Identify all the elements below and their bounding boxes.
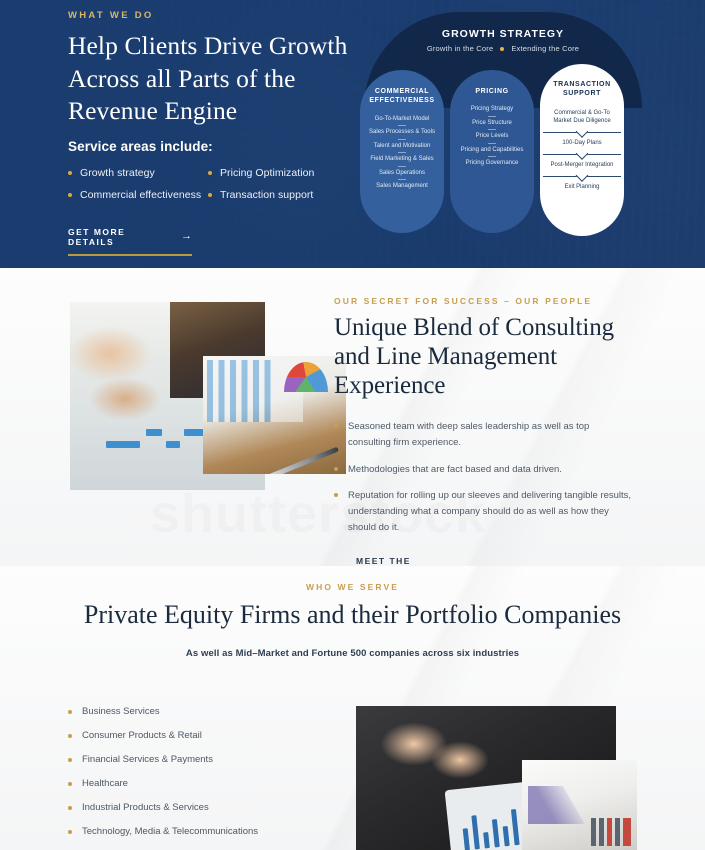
extending-core-label: Extending the Core: [511, 44, 580, 53]
column-item: Field Marketing & Sales: [365, 153, 439, 167]
who-we-serve-header: Who we serve Private Equity Firms and th…: [0, 566, 705, 659]
column-item: Go-To-Market Model: [365, 113, 439, 127]
our-people-points-list: Seasoned team with deep sales leadership…: [334, 419, 654, 535]
column-items: Commercial & Go-To Market Due Diligence …: [540, 99, 624, 198]
column-item: Sales Management: [376, 183, 428, 190]
our-people-inset-photo: [203, 356, 346, 474]
industry-item: Financial Services & Payments: [68, 754, 258, 765]
who-we-serve-note: As well as Mid–Market and Fortune 500 co…: [185, 647, 520, 659]
point-item: Methodologies that are fact based and da…: [334, 462, 632, 478]
growth-in-core-label: Growth in the Core: [426, 44, 494, 53]
column-item: Talent and Motivation: [365, 140, 439, 154]
column-item: Sales Operations: [365, 167, 439, 181]
service-area-item: Pricing Optimization: [208, 167, 348, 179]
point-item: Reputation for rolling up our sleeves an…: [334, 488, 632, 535]
diagram-column-pricing: PRICING Pricing Strategy Price Structure…: [450, 70, 534, 233]
column-item: 100-Day Plans: [543, 133, 621, 156]
our-people-section: shutterstock Our secret for success – ou…: [0, 268, 705, 566]
our-people-content: Our secret for success – our people Uniq…: [334, 296, 654, 566]
column-item: Exit Planning: [564, 184, 600, 191]
pie-chart-decoration: [284, 362, 328, 392]
our-people-eyebrow: Our secret for success – our people: [334, 296, 593, 306]
industries-list: Business Services Consumer Products & Re…: [68, 706, 258, 850]
industry-item: Consumer Products & Retail: [68, 730, 258, 741]
get-more-details-button[interactable]: Get More Details →: [68, 227, 192, 256]
growth-strategy-title: GROWTH STRATEGY: [441, 28, 565, 40]
mini-chart-decoration: [591, 818, 631, 846]
diagram-column-commercial-effectiveness: COMMERCIAL EFFECTIVENESS Go-To-Market Mo…: [360, 70, 444, 233]
point-item: Seasoned team with deep sales leadership…: [334, 419, 632, 450]
meet-the-team-button[interactable]: Meet the Team →: [356, 556, 466, 566]
column-title: COMMERCIAL EFFECTIVENESS: [369, 88, 435, 105]
hero-service-areas-list: Growth strategy Pricing Optimization Com…: [68, 167, 358, 201]
column-item: Price Structure: [455, 117, 529, 131]
column-items: Pricing Strategy Price Structure Price L…: [450, 96, 534, 171]
column-title: TRANSACTION SUPPORT: [553, 81, 611, 98]
column-item: Pricing Strategy: [455, 103, 529, 117]
column-item: Price Levels: [455, 130, 529, 144]
column-item: Commercial & Go-To Market Due Diligence: [543, 103, 621, 134]
hero-heading: Help Clients Drive Growth Across all Par…: [68, 31, 348, 126]
hero-section: What we do Help Clients Drive Growth Acr…: [0, 0, 705, 268]
get-more-details-label: Get More Details: [68, 226, 126, 247]
column-title: PRICING: [475, 88, 509, 95]
industry-item: Business Services: [68, 706, 258, 717]
service-area-item: Transaction support: [208, 189, 348, 201]
who-we-serve-heading: Private Equity Firms and their Portfolio…: [83, 600, 622, 629]
service-area-item: Commercial effectiveness: [68, 189, 208, 201]
diamond-icon: [500, 46, 505, 51]
industry-item: Healthcare: [68, 778, 258, 789]
our-people-heading: Unique Blend of Consulting and Line Mana…: [334, 314, 615, 399]
column-item: Pricing Governance: [465, 160, 519, 167]
who-we-serve-eyebrow: Who we serve: [305, 582, 400, 592]
arrow-right-icon: →: [181, 230, 192, 243]
diagram-column-transaction-support: TRANSACTION SUPPORT Commercial & Go-To M…: [540, 64, 624, 236]
industry-item: Industrial Products & Services: [68, 802, 258, 813]
column-items: Go-To-Market Model Sales Processes & Too…: [360, 106, 444, 194]
pen-decoration: [264, 446, 340, 474]
growth-strategy-subtitle: Growth in the Core Extending the Core: [364, 44, 642, 53]
who-we-serve-inset-photo: [522, 760, 637, 850]
industry-item: Technology, Media & Telecommunications: [68, 826, 258, 837]
service-area-item: Growth strategy: [68, 167, 208, 179]
column-item: Pricing and Capabilities: [455, 144, 529, 158]
column-item: Post-Merger Integration: [543, 155, 621, 178]
growth-strategy-diagram: GROWTH STRATEGY Growth in the Core Exten…: [358, 12, 648, 244]
meet-the-team-label: Meet the Team: [356, 556, 411, 566]
column-item: Sales Processes & Tools: [365, 126, 439, 140]
